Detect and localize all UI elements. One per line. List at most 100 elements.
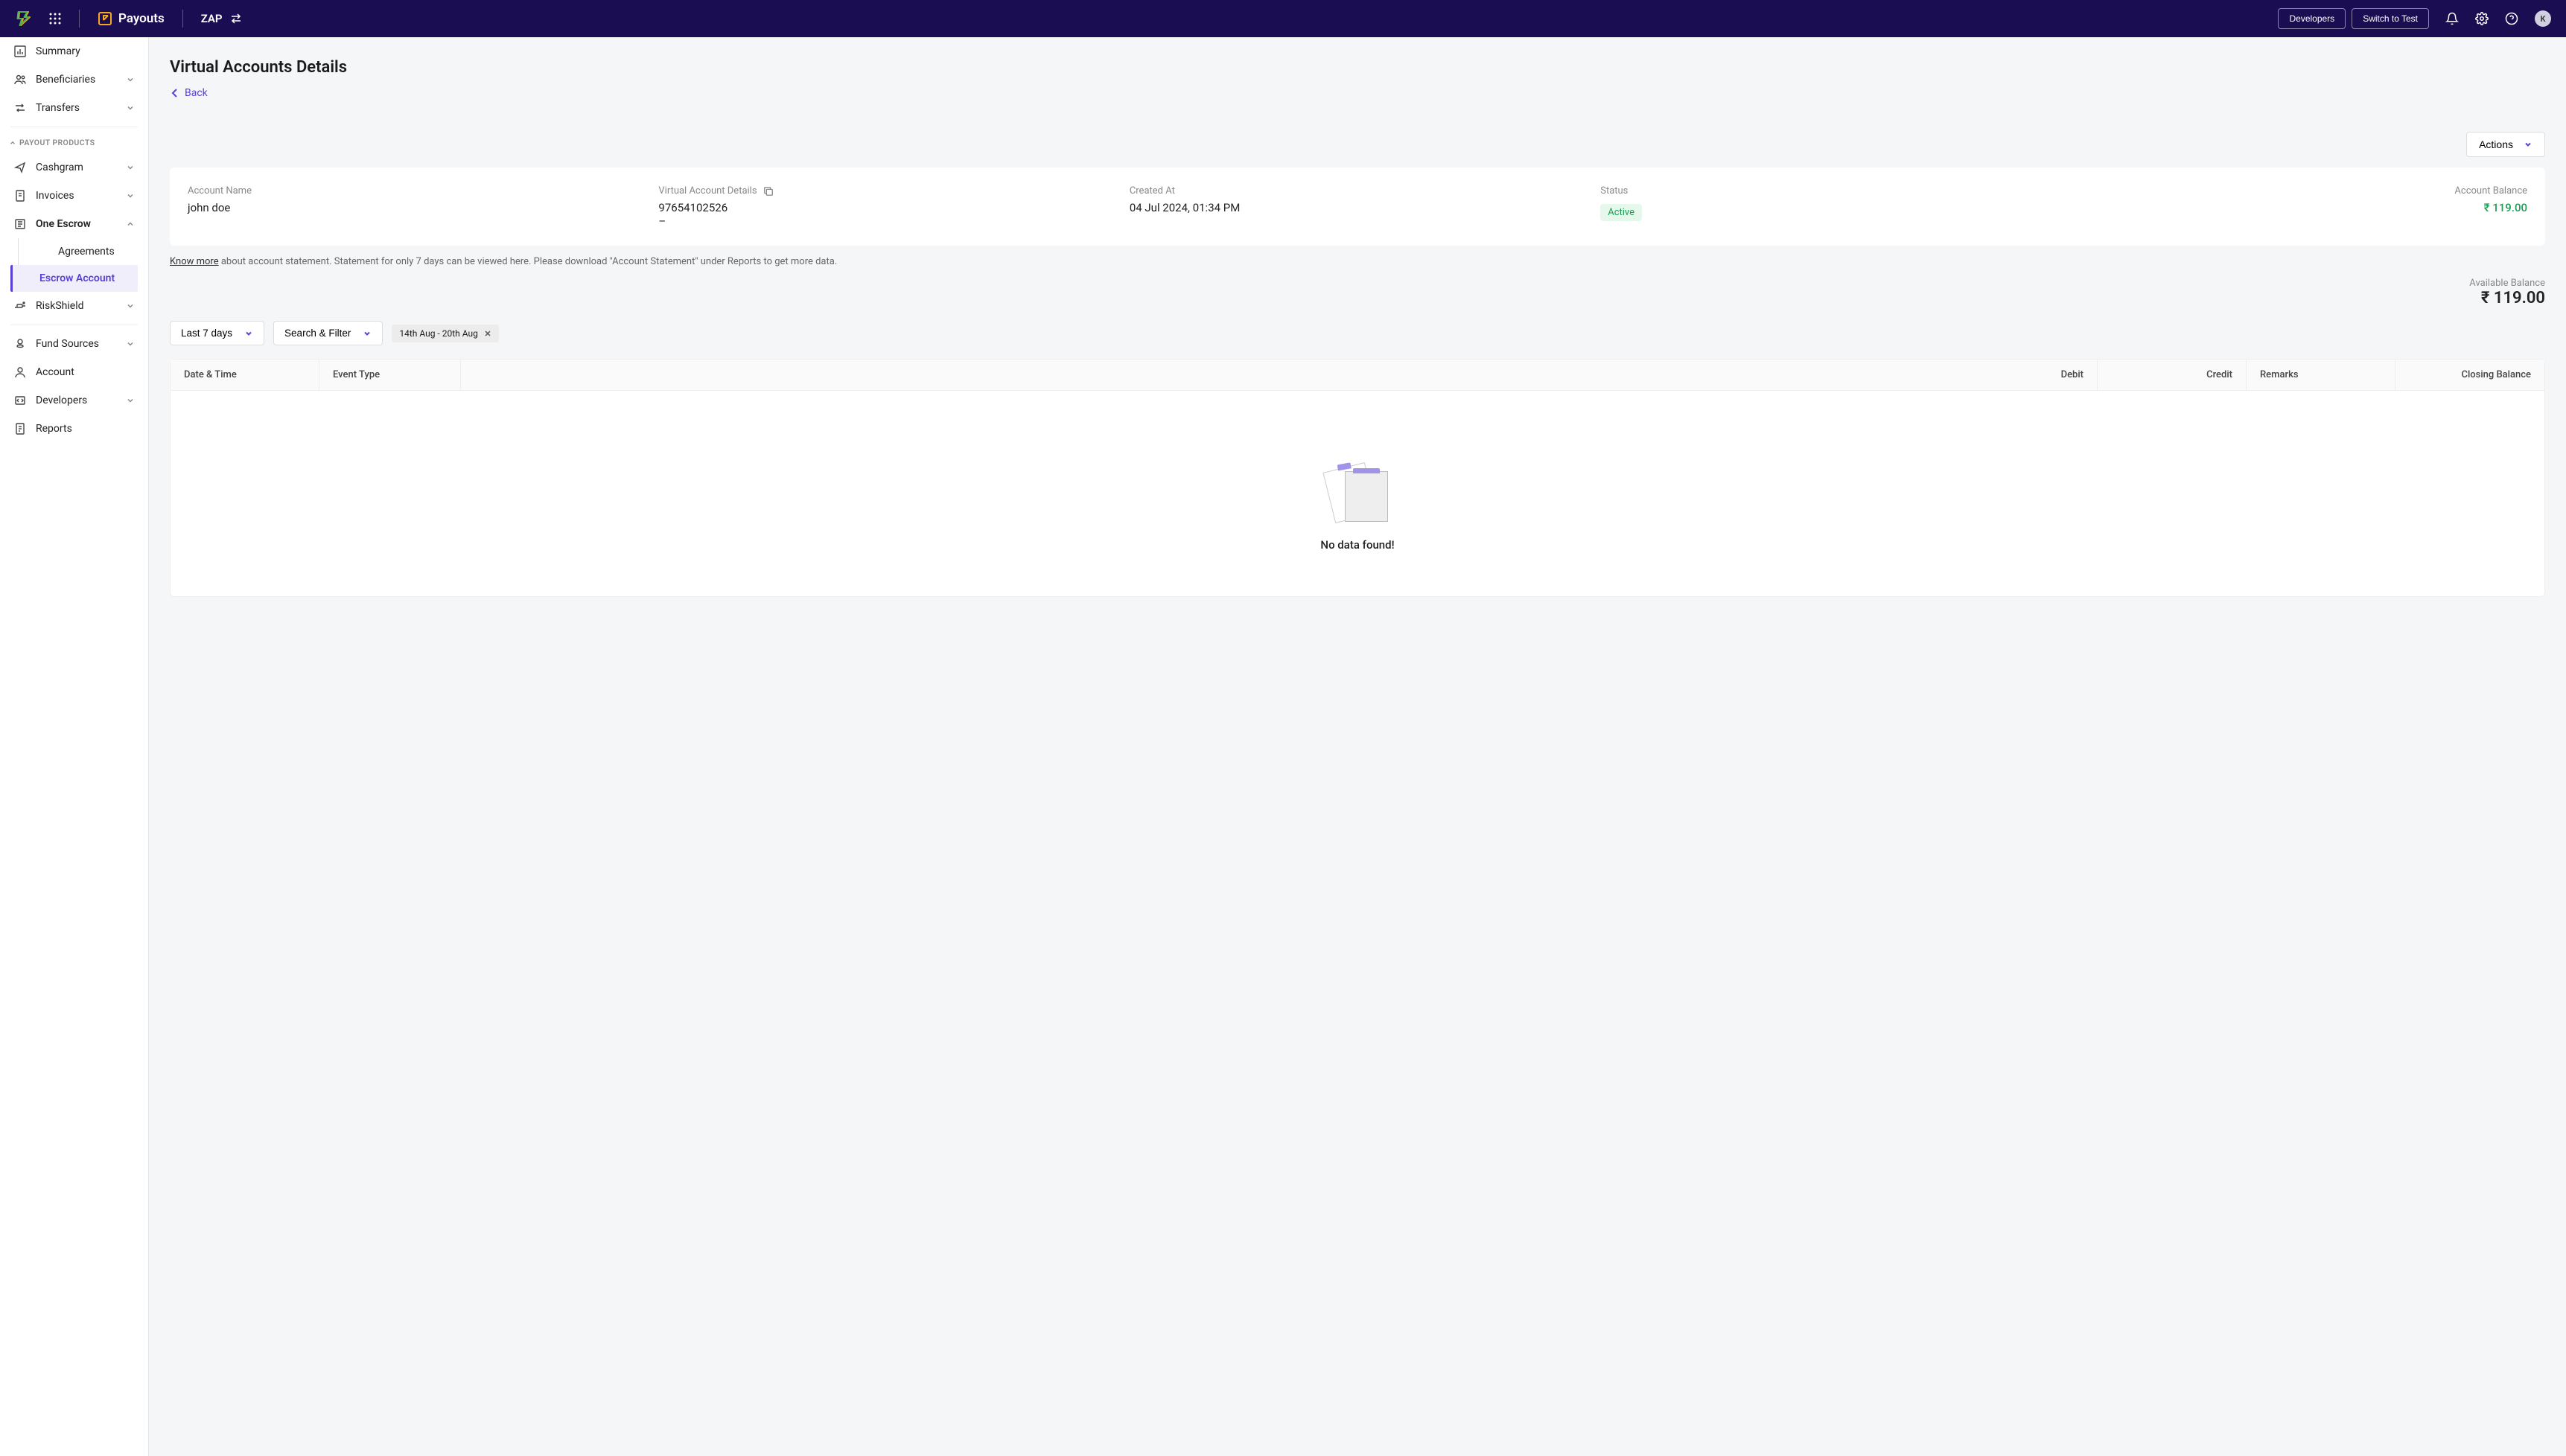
help-icon[interactable] <box>2505 12 2518 25</box>
empty-illustration <box>1324 458 1391 525</box>
developers-button[interactable]: Developers <box>2278 8 2346 29</box>
empty-text: No data found! <box>171 538 2544 552</box>
va-details-label: Virtual Account Details <box>658 185 757 197</box>
sidebar-subitems: Agreements <box>18 238 148 265</box>
chevron-up-icon <box>9 139 16 147</box>
swap-icon <box>230 13 242 25</box>
chevron-up-icon <box>126 220 135 229</box>
va-id-value: 97654102526 <box>658 201 1114 214</box>
sidebar-item-label: Account <box>36 366 74 378</box>
know-more-link[interactable]: Know more <box>170 256 219 267</box>
account-balance-value: ₹ 119.00 <box>2072 201 2527 214</box>
cashgram-icon <box>13 161 27 174</box>
developers-icon <box>13 394 27 407</box>
available-balance-value: ₹ 119.00 <box>170 289 2545 307</box>
chevron-down-icon <box>244 329 253 338</box>
th-credit: Credit <box>2098 360 2247 390</box>
avatar[interactable]: K <box>2535 10 2551 27</box>
table-header-row: Date & Time Event Type Debit Credit Rema… <box>171 360 2544 391</box>
settings-icon[interactable] <box>2475 12 2489 25</box>
sidebar-item-account[interactable]: Account <box>0 358 148 386</box>
sidebar-item-label: Beneficiaries <box>36 74 95 86</box>
sidebar-item-reports[interactable]: Reports <box>0 415 148 443</box>
sidebar-item-cashgram[interactable]: Cashgram <box>0 153 148 182</box>
filter-chip[interactable]: 14th Aug - 20th Aug <box>392 325 499 342</box>
chevron-down-icon <box>363 329 372 338</box>
users-icon <box>13 73 27 86</box>
th-date: Date & Time <box>171 360 319 390</box>
chevron-down-icon <box>2524 140 2532 149</box>
page-title: Virtual Accounts Details <box>170 58 2545 77</box>
info-text: Know more about account statement. State… <box>170 256 2545 267</box>
sidebar-item-label: Developers <box>36 395 87 406</box>
back-label: Back <box>185 87 208 99</box>
reports-icon <box>13 422 27 435</box>
sidebar-item-label: Invoices <box>36 190 74 202</box>
section-label: PAYOUT PRODUCTS <box>19 138 95 147</box>
search-filter-label: Search & Filter <box>284 328 351 339</box>
sidebar-item-developers[interactable]: Developers <box>0 386 148 415</box>
invoices-icon <box>13 189 27 202</box>
sidebar-subitem-agreements[interactable]: Agreements <box>19 238 148 265</box>
available-balance-label: Available Balance <box>170 278 2545 289</box>
th-remarks: Remarks <box>2247 360 2395 390</box>
sidebar-item-one-escrow[interactable]: One Escrow <box>0 210 148 238</box>
status-badge: Active <box>1600 204 1642 221</box>
created-at-value: 04 Jul 2024, 01:34 PM <box>1130 201 1585 214</box>
chevron-down-icon <box>126 396 135 405</box>
fund-sources-icon <box>13 337 27 351</box>
main-content: Virtual Accounts Details Back Actions Ac… <box>149 37 2566 618</box>
chevron-down-icon <box>126 339 135 348</box>
topbar: Payouts ZAP Developers Switch to Test K <box>0 0 2566 37</box>
product-name[interactable]: Payouts <box>98 11 165 26</box>
sidebar-item-label: Reports <box>36 423 72 435</box>
empty-state: No data found! <box>171 391 2544 596</box>
transfers-icon <box>13 101 27 115</box>
date-range-button[interactable]: Last 7 days <box>170 321 264 345</box>
created-at-label: Created At <box>1130 185 1585 197</box>
sidebar-item-label: Transfers <box>36 102 80 114</box>
info-rest: about account statement. Statement for o… <box>219 256 838 267</box>
sidebar-item-label: Cashgram <box>36 162 83 173</box>
sidebar-subitem-escrow-account[interactable]: Escrow Account <box>10 265 138 292</box>
sidebar-item-transfers[interactable]: Transfers <box>0 94 148 122</box>
switch-to-test-button[interactable]: Switch to Test <box>2352 8 2429 29</box>
back-button[interactable]: Back <box>170 87 208 99</box>
chevron-down-icon <box>126 191 135 200</box>
notifications-icon[interactable] <box>2445 12 2459 25</box>
escrow-icon <box>13 217 27 231</box>
sidebar-item-fund-sources[interactable]: Fund Sources <box>0 330 148 358</box>
sidebar-item-invoices[interactable]: Invoices <box>0 182 148 210</box>
account-name-value: john doe <box>188 201 643 214</box>
th-debit: Debit <box>461 360 2098 390</box>
sidebar-item-summary[interactable]: Summary <box>0 37 148 66</box>
account-details-card: Account Name john doe Virtual Account De… <box>170 167 2545 246</box>
chevron-down-icon <box>126 75 135 84</box>
search-filter-button[interactable]: Search & Filter <box>273 321 383 345</box>
sidebar-item-label: Summary <box>36 45 80 57</box>
chip-label: 14th Aug - 20th Aug <box>399 328 478 339</box>
account-icon <box>13 365 27 379</box>
apps-icon[interactable] <box>49 13 61 25</box>
sidebar-item-label: Fund Sources <box>36 338 99 350</box>
account-name-label: Account Name <box>188 185 643 197</box>
riskshield-icon <box>13 299 27 313</box>
sidebar: Summary Beneficiaries Transfers PAYOUT P… <box>0 37 149 1456</box>
sidebar-section-header[interactable]: PAYOUT PRODUCTS <box>0 132 148 153</box>
th-event: Event Type <box>319 360 461 390</box>
close-icon[interactable] <box>484 330 491 337</box>
brand-logo <box>15 10 33 28</box>
divider <box>182 10 183 28</box>
sidebar-item-label: One Escrow <box>36 218 91 230</box>
va-sub-value: – <box>658 214 1114 228</box>
status-label: Status <box>1600 185 2056 197</box>
merchant-name: ZAP <box>201 12 223 25</box>
chevron-down-icon <box>126 163 135 172</box>
summary-icon <box>13 45 27 58</box>
merchant-switcher[interactable]: ZAP <box>201 12 242 25</box>
copy-icon[interactable] <box>763 186 774 197</box>
date-range-label: Last 7 days <box>181 328 232 339</box>
actions-button[interactable]: Actions <box>2466 132 2545 157</box>
sidebar-item-beneficiaries[interactable]: Beneficiaries <box>0 66 148 94</box>
sidebar-item-riskshield[interactable]: RiskShield <box>0 292 148 320</box>
